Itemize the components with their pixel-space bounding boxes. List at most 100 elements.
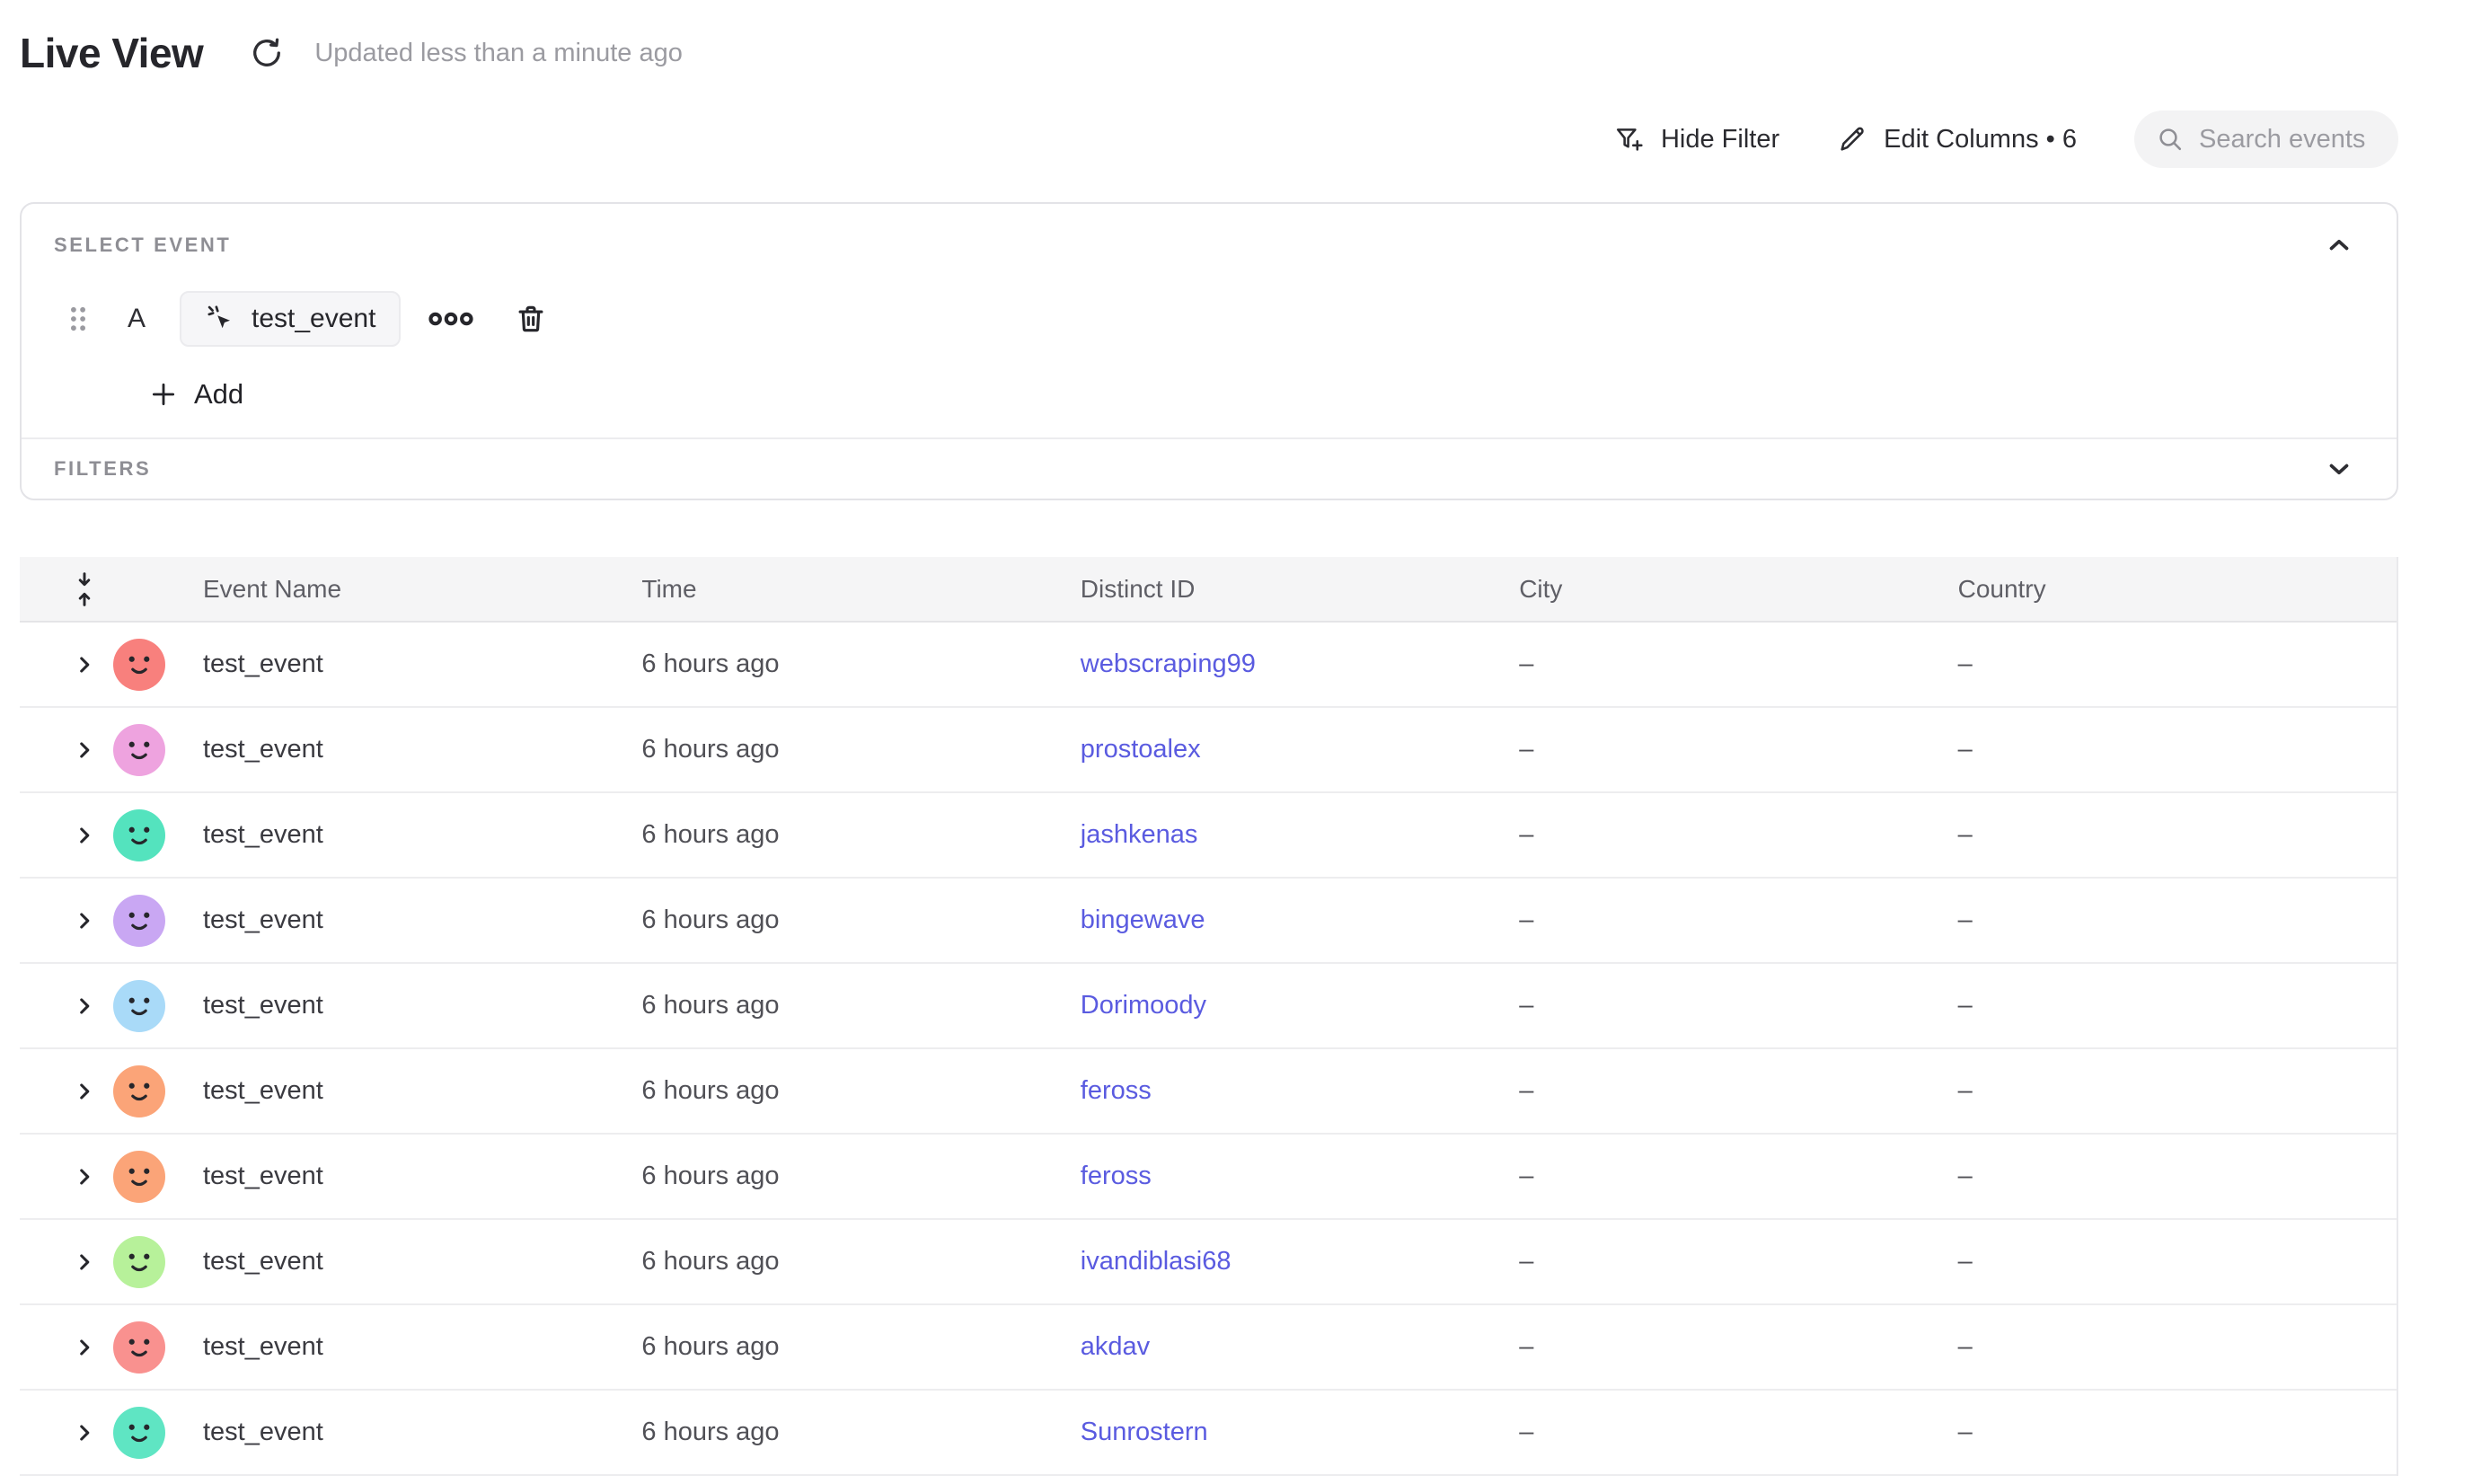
country-cell: – <box>1958 991 2397 1020</box>
edit-columns-button[interactable]: Edit Columns • 6 <box>1837 124 2077 155</box>
chevron-right-icon <box>73 824 96 847</box>
city-cell: – <box>1519 1247 1957 1276</box>
expand-row-button[interactable] <box>65 1072 104 1111</box>
chevron-right-icon <box>73 1080 96 1103</box>
distinct-id-link[interactable]: akdav <box>1081 1332 1150 1361</box>
filters-section: FILTERS <box>22 437 2397 499</box>
city-cell: – <box>1519 1162 1957 1191</box>
event-options-button[interactable] <box>428 307 474 331</box>
city-cell: – <box>1519 649 1957 679</box>
edit-columns-label: Edit Columns • 6 <box>1884 125 2077 155</box>
expand-row-button[interactable] <box>65 1242 104 1282</box>
table-header: Event Name Time Distinct ID City Country <box>20 557 2397 623</box>
city-cell: – <box>1519 991 1957 1020</box>
drag-handle-icon[interactable] <box>66 304 90 334</box>
event-chip[interactable]: test_event <box>180 291 401 347</box>
toolbar: Hide Filter Edit Columns • 6 <box>20 108 2398 171</box>
event-name-cell: test_event <box>203 991 641 1020</box>
cursor-click-icon <box>205 303 237 335</box>
expand-row-button[interactable] <box>65 1157 104 1197</box>
expand-row-button[interactable] <box>65 901 104 941</box>
table-row: test_event 6 hours ago feross – – <box>20 1049 2397 1135</box>
search-input[interactable] <box>2199 125 2377 155</box>
expand-row-button[interactable] <box>65 1328 104 1367</box>
chevron-right-icon <box>73 994 96 1018</box>
country-cell: – <box>1958 1418 2397 1447</box>
trash-icon <box>514 302 548 336</box>
avatar <box>113 809 165 861</box>
city-cell: – <box>1519 820 1957 850</box>
event-name-cell: test_event <box>203 1418 641 1447</box>
event-row: A test_event <box>54 290 2361 348</box>
city-cell: – <box>1519 735 1957 764</box>
event-name-cell: test_event <box>203 1247 641 1276</box>
distinct-id-link[interactable]: Sunrostern <box>1081 1418 1208 1446</box>
refresh-icon <box>248 34 286 72</box>
table-row: test_event 6 hours ago Dorimoody – – <box>20 964 2397 1049</box>
page-title: Live View <box>20 29 203 77</box>
events-table: Event Name Time Distinct ID City Country <box>20 557 2398 1476</box>
event-name-cell: test_event <box>203 820 641 850</box>
distinct-id-link[interactable]: prostoalex <box>1081 735 1201 764</box>
time-cell: 6 hours ago <box>641 1247 1080 1276</box>
expand-row-button[interactable] <box>65 816 104 855</box>
distinct-id-link[interactable]: feross <box>1081 1076 1152 1105</box>
distinct-id-link[interactable]: webscraping99 <box>1081 649 1256 678</box>
table-row: test_event 6 hours ago jashkenas – – <box>20 793 2397 879</box>
expand-row-button[interactable] <box>65 986 104 1026</box>
refresh-button[interactable] <box>246 32 287 74</box>
country-cell: – <box>1958 1162 2397 1191</box>
event-name-cell: test_event <box>203 1162 641 1191</box>
plus-icon <box>149 380 178 409</box>
avatar <box>113 1236 165 1288</box>
time-cell: 6 hours ago <box>641 1162 1080 1191</box>
table-row: test_event 6 hours ago bingewave – – <box>20 879 2397 964</box>
distinct-id-link[interactable]: feross <box>1081 1162 1152 1190</box>
time-cell: 6 hours ago <box>641 1418 1080 1447</box>
collapse-section-button[interactable] <box>2318 224 2361 267</box>
filter-plus-icon <box>1614 124 1645 155</box>
add-event-button[interactable]: Add <box>149 378 243 411</box>
country-cell: – <box>1958 1247 2397 1276</box>
updated-status: Updated less than a minute ago <box>314 39 683 68</box>
column-header-distinct-id: Distinct ID <box>1081 575 1519 604</box>
expand-row-button[interactable] <box>65 645 104 685</box>
table-row: test_event 6 hours ago ivandiblasi68 – – <box>20 1220 2397 1305</box>
chevron-up-icon <box>2324 230 2354 261</box>
expand-row-button[interactable] <box>65 730 104 770</box>
search-box <box>2134 110 2398 168</box>
event-name-cell: test_event <box>203 905 641 935</box>
country-cell: – <box>1958 649 2397 679</box>
pencil-icon <box>1837 124 1867 155</box>
search-icon <box>2156 125 2185 154</box>
chevron-down-icon <box>2324 454 2354 484</box>
event-name-cell: test_event <box>203 1332 641 1362</box>
collapse-rows-button[interactable] <box>65 570 104 609</box>
time-cell: 6 hours ago <box>641 905 1080 935</box>
avatar <box>113 639 165 691</box>
time-cell: 6 hours ago <box>641 735 1080 764</box>
collapse-rows-icon <box>70 571 99 607</box>
expand-filters-button[interactable] <box>2318 447 2361 490</box>
distinct-id-link[interactable]: bingewave <box>1081 905 1205 934</box>
avatar <box>113 895 165 947</box>
delete-event-button[interactable] <box>514 302 548 336</box>
time-cell: 6 hours ago <box>641 1332 1080 1362</box>
select-event-label: SELECT EVENT <box>54 234 231 257</box>
country-cell: – <box>1958 820 2397 850</box>
series-letter: A <box>128 304 146 334</box>
column-header-event-name: Event Name <box>203 575 641 604</box>
add-label: Add <box>194 378 243 411</box>
live-view-page: Live View Updated less than a minute ago… <box>20 0 2398 1476</box>
country-cell: – <box>1958 1332 2397 1362</box>
hide-filter-button[interactable]: Hide Filter <box>1614 124 1779 155</box>
distinct-id-link[interactable]: ivandiblasi68 <box>1081 1247 1232 1276</box>
chevron-right-icon <box>73 738 96 762</box>
distinct-id-link[interactable]: Dorimoody <box>1081 991 1206 1020</box>
avatar <box>113 1407 165 1459</box>
distinct-id-link[interactable]: jashkenas <box>1081 820 1198 849</box>
chevron-right-icon <box>73 1421 96 1444</box>
expand-row-button[interactable] <box>65 1413 104 1453</box>
country-cell: – <box>1958 735 2397 764</box>
table-body: test_event 6 hours ago webscraping99 – – <box>20 623 2397 1476</box>
